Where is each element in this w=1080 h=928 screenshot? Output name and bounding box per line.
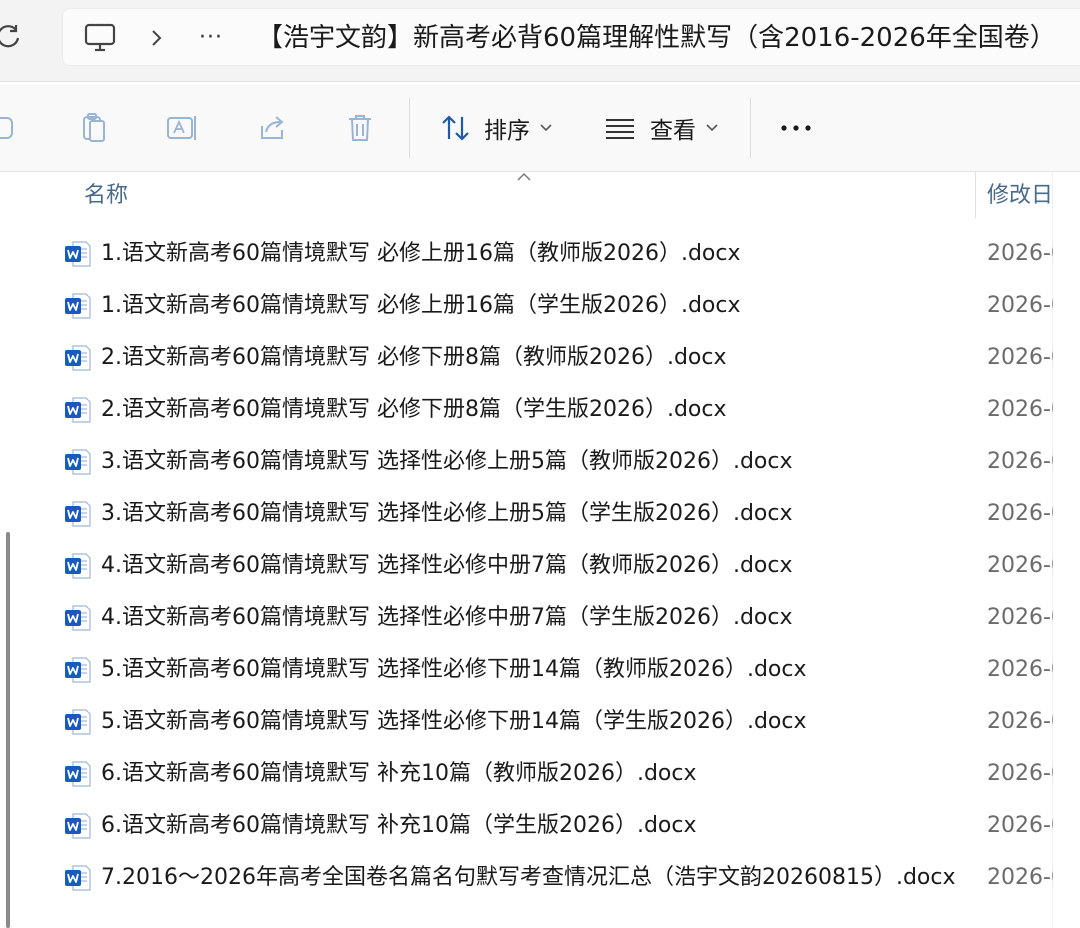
file-name: 4.语文新高考60篇情境默写 选择性必修中册7篇（教师版2026）.docx: [101, 553, 793, 578]
file-modified-date: 2026-0: [987, 397, 1053, 422]
file-row[interactable]: 2.语文新高考60篇情境默写 必修下册8篇（教师版2026）.docx 2026-…: [0, 332, 1053, 384]
file-modified-date: 2026-0: [987, 345, 1053, 370]
chevron-down-icon: [706, 124, 718, 132]
sort-ascending-icon: [516, 168, 532, 187]
file-modified-date: 2026-0: [987, 761, 1053, 786]
column-header-name[interactable]: 名称: [84, 182, 128, 210]
file-row[interactable]: 5.语文新高考60篇情境默写 选择性必修下册14篇（教师版2026）.docx 2…: [0, 644, 1053, 696]
file-modified-date: 2026-0: [987, 449, 1053, 474]
file-name: 3.语文新高考60篇情境默写 选择性必修上册5篇（教师版2026）.docx: [101, 449, 793, 474]
file-name: 5.语文新高考60篇情境默写 选择性必修下册14篇（学生版2026）.docx: [101, 709, 807, 734]
breadcrumb-current-folder[interactable]: 【浩宇文韵】新高考必背60篇理解性默写（含2016-2026年全国卷）: [257, 19, 1056, 57]
file-row[interactable]: 1.语文新高考60篇情境默写 必修上册16篇（学生版2026）.docx 2026…: [0, 280, 1053, 332]
file-modified-date: 2026-0: [987, 553, 1053, 578]
sort-label: 排序: [484, 118, 530, 144]
column-header-modified[interactable]: 修改日: [987, 182, 1053, 210]
file-name: 1.语文新高考60篇情境默写 必修上册16篇（学生版2026）.docx: [101, 293, 741, 318]
next-column-edge: [1052, 172, 1080, 928]
column-divider[interactable]: [975, 172, 976, 218]
paste-icon[interactable]: [76, 110, 112, 146]
word-document-icon: [64, 240, 92, 268]
share-icon[interactable]: [254, 110, 290, 146]
file-name: 6.语文新高考60篇情境默写 补充10篇（教师版2026）.docx: [101, 761, 697, 786]
address-bar[interactable]: ··· 【浩宇文韵】新高考必背60篇理解性默写（含2016-2026年全国卷）: [62, 8, 1080, 66]
word-document-icon: [64, 292, 92, 320]
word-document-icon: [64, 812, 92, 840]
file-list: 1.语文新高考60篇情境默写 必修上册16篇（教师版2026）.docx 2026…: [0, 228, 1053, 904]
view-button[interactable]: 查看: [604, 108, 718, 148]
file-modified-date: 2026-0: [987, 865, 1053, 890]
file-row[interactable]: 6.语文新高考60篇情境默写 补充10篇（教师版2026）.docx 2026-0: [0, 748, 1053, 800]
file-name: 6.语文新高考60篇情境默写 补充10篇（学生版2026）.docx: [101, 813, 697, 838]
word-document-icon: [64, 448, 92, 476]
word-document-icon: [64, 500, 92, 528]
file-modified-date: 2026-0: [987, 605, 1053, 630]
word-document-icon: [64, 708, 92, 736]
this-pc-icon[interactable]: [83, 22, 117, 54]
view-list-icon: [604, 116, 636, 140]
address-bar-region: ··· 【浩宇文韵】新高考必背60篇理解性默写（含2016-2026年全国卷）: [0, 0, 1080, 82]
file-row[interactable]: 3.语文新高考60篇情境默写 选择性必修上册5篇（学生版2026）.docx 20…: [0, 488, 1053, 540]
file-row[interactable]: 1.语文新高考60篇情境默写 必修上册16篇（教师版2026）.docx 2026…: [0, 228, 1053, 280]
file-name: 3.语文新高考60篇情境默写 选择性必修上册5篇（学生版2026）.docx: [101, 501, 793, 526]
file-modified-date: 2026-0: [987, 657, 1053, 682]
word-document-icon: [64, 604, 92, 632]
file-name: 4.语文新高考60篇情境默写 选择性必修中册7篇（学生版2026）.docx: [101, 605, 793, 630]
file-row[interactable]: 3.语文新高考60篇情境默写 选择性必修上册5篇（教师版2026）.docx 20…: [0, 436, 1053, 488]
file-row[interactable]: 7.2016～2026年高考全国卷名篇名句默写考查情况汇总（浩宇文韵202608…: [0, 852, 1053, 904]
file-row[interactable]: 4.语文新高考60篇情境默写 选择性必修中册7篇（教师版2026）.docx 20…: [0, 540, 1053, 592]
word-document-icon: [64, 396, 92, 424]
rename-icon[interactable]: [164, 110, 200, 146]
file-modified-date: 2026-0: [987, 241, 1053, 266]
file-name: 2.语文新高考60篇情境默写 必修下册8篇（教师版2026）.docx: [101, 345, 727, 370]
file-name: 7.2016～2026年高考全国卷名篇名句默写考查情况汇总（浩宇文韵202608…: [101, 865, 956, 890]
refresh-icon[interactable]: [0, 18, 26, 54]
sort-button[interactable]: 排序: [440, 108, 552, 148]
view-label: 查看: [650, 118, 696, 144]
ellipsis-icon: [781, 125, 811, 131]
file-modified-date: 2026-0: [987, 293, 1053, 318]
file-row[interactable]: 2.语文新高考60篇情境默写 必修下册8篇（学生版2026）.docx 2026-…: [0, 384, 1053, 436]
toolbar-divider: [750, 98, 751, 158]
command-bar: 排序 查看: [0, 84, 1080, 172]
word-document-icon: [64, 864, 92, 892]
file-modified-date: 2026-0: [987, 709, 1053, 734]
file-name: 5.语文新高考60篇情境默写 选择性必修下册14篇（教师版2026）.docx: [101, 657, 807, 682]
file-modified-date: 2026-0: [987, 501, 1053, 526]
toolbar-divider: [409, 98, 410, 158]
word-document-icon: [64, 656, 92, 684]
file-name: 1.语文新高考60篇情境默写 必修上册16篇（教师版2026）.docx: [101, 241, 741, 266]
chevron-right-icon[interactable]: [145, 23, 167, 53]
word-document-icon: [64, 344, 92, 372]
word-document-icon: [64, 760, 92, 788]
file-row[interactable]: 6.语文新高考60篇情境默写 补充10篇（学生版2026）.docx 2026-0: [0, 800, 1053, 852]
file-name: 2.语文新高考60篇情境默写 必修下册8篇（学生版2026）.docx: [101, 397, 727, 422]
delete-icon[interactable]: [342, 110, 378, 146]
file-modified-date: 2026-0: [987, 813, 1053, 838]
word-document-icon: [64, 552, 92, 580]
sort-icon: [440, 113, 472, 143]
file-row[interactable]: 4.语文新高考60篇情境默写 选择性必修中册7篇（学生版2026）.docx 20…: [0, 592, 1053, 644]
file-row[interactable]: 5.语文新高考60篇情境默写 选择性必修下册14篇（学生版2026）.docx 2…: [0, 696, 1053, 748]
chevron-down-icon: [540, 124, 552, 132]
more-options-button[interactable]: [770, 108, 822, 148]
breadcrumb-overflow-button[interactable]: ···: [195, 23, 227, 53]
copy-icon[interactable]: [0, 110, 20, 146]
